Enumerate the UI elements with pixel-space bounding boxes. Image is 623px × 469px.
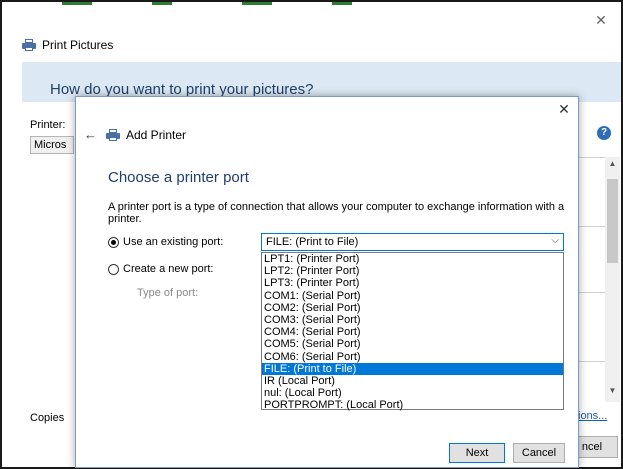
port-option[interactable]: COM5: (Serial Port): [262, 338, 563, 350]
options-link[interactable]: ions...: [578, 410, 607, 422]
printer-icon: [22, 39, 36, 51]
create-new-radio[interactable]: [108, 263, 119, 275]
dialog-title: Add Printer: [126, 128, 187, 142]
top-strip: [62, 2, 442, 6]
port-option[interactable]: LPT3: (Printer Port): [262, 277, 563, 289]
type-of-port-label: Type of port:: [137, 287, 199, 299]
printer-select[interactable]: Micros: [30, 136, 74, 154]
scroll-thumb[interactable]: [607, 179, 618, 263]
port-dropdown-list[interactable]: LPT1: (Printer Port) LPT2: (Printer Port)…: [261, 252, 564, 411]
back-arrow-icon[interactable]: ←: [84, 127, 97, 142]
create-new-port-option[interactable]: Create a new port:: [108, 263, 214, 275]
add-printer-dialog: ✕ ← Add Printer Choose a printer port A …: [75, 96, 579, 468]
outer-title-bar: Print Pictures: [22, 38, 113, 52]
dialog-description: A printer port is a type of connection t…: [108, 201, 565, 225]
use-existing-label: Use an existing port:: [123, 236, 224, 248]
scroll-up-icon[interactable]: ▲: [605, 159, 620, 173]
dialog-close-icon[interactable]: ✕: [556, 101, 572, 117]
outer-close-icon[interactable]: ✕: [593, 12, 609, 28]
port-select-value: FILE: (Print to File): [266, 236, 359, 248]
scroll-down-icon[interactable]: ▼: [605, 386, 620, 400]
printer-label: Printer:: [30, 119, 66, 131]
port-option[interactable]: PORTPROMPT: (Local Port): [262, 399, 563, 411]
print-pictures-window: ✕ Print Pictures How do you want to prin…: [0, 0, 623, 469]
port-option[interactable]: LPT1: (Printer Port): [262, 253, 563, 265]
port-select[interactable]: FILE: (Print to File) ⌵: [261, 233, 564, 251]
cancel-button[interactable]: Cancel: [513, 443, 565, 463]
port-option[interactable]: nul: (Local Port): [262, 387, 563, 399]
copies-label: Copies: [30, 412, 65, 424]
preview-box: [578, 292, 606, 362]
port-option[interactable]: LPT2: (Printer Port): [262, 265, 563, 277]
outer-scrollbar[interactable]: ▲ ▼: [605, 157, 620, 402]
help-icon[interactable]: ?: [597, 126, 611, 140]
dialog-title-bar: Add Printer: [106, 128, 186, 142]
port-option[interactable]: FILE: (Print to File): [262, 362, 563, 375]
next-button[interactable]: Next: [449, 443, 505, 463]
port-option[interactable]: COM4: (Serial Port): [262, 326, 563, 338]
preview-box: [578, 157, 606, 227]
printer-icon: [106, 129, 120, 141]
port-option[interactable]: COM2: (Serial Port): [262, 302, 563, 314]
use-existing-radio[interactable]: [108, 236, 119, 248]
port-option[interactable]: COM6: (Serial Port): [262, 351, 563, 363]
dialog-heading: Choose a printer port: [108, 169, 249, 186]
port-option[interactable]: COM3: (Serial Port): [262, 314, 563, 326]
port-option[interactable]: COM1: (Serial Port): [262, 290, 563, 302]
create-new-label: Create a new port:: [123, 263, 214, 275]
outer-title: Print Pictures: [42, 38, 114, 52]
use-existing-port-option[interactable]: Use an existing port:: [108, 236, 223, 248]
chevron-down-icon[interactable]: ⌵: [551, 235, 559, 246]
port-option[interactable]: IR (Local Port): [262, 375, 563, 387]
